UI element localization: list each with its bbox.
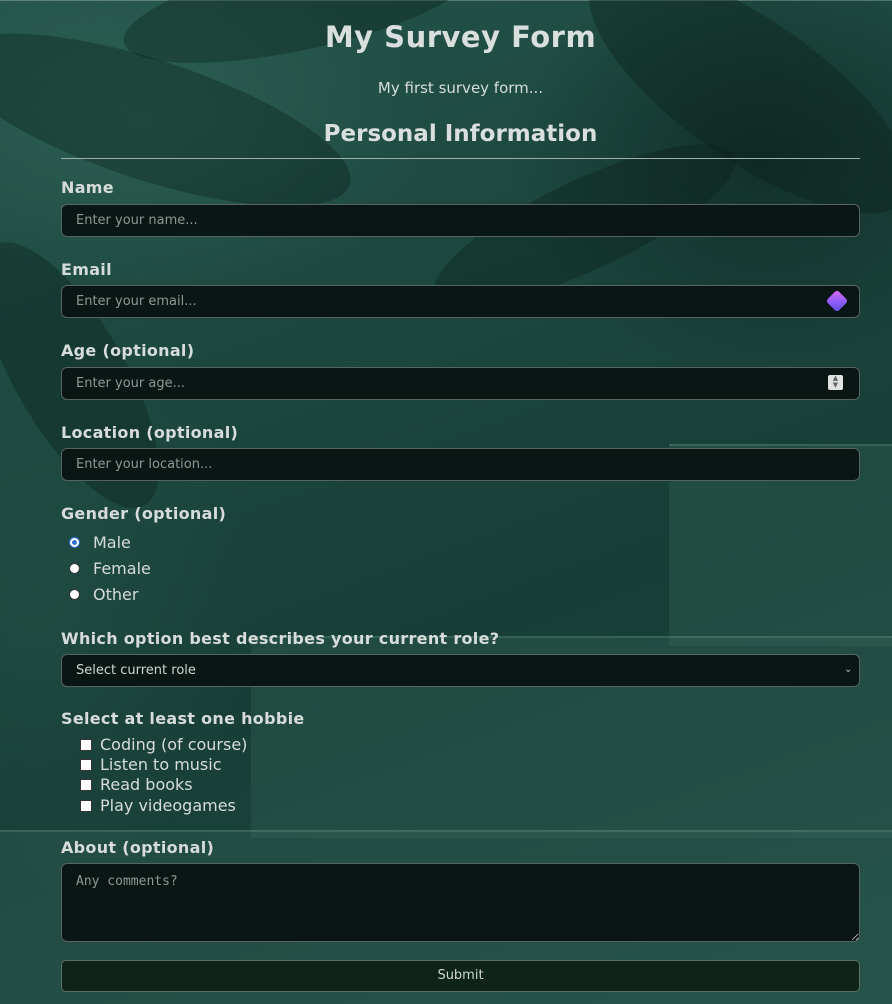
gender-option-label: Female bbox=[93, 559, 151, 578]
gender-option-female[interactable]: Female bbox=[69, 559, 151, 578]
role-select-value: Select current role bbox=[76, 663, 196, 678]
about-label: About (optional) bbox=[61, 838, 215, 857]
submit-button[interactable]: Submit bbox=[61, 960, 860, 992]
role-select[interactable]: Select current role bbox=[61, 654, 860, 687]
checkbox[interactable] bbox=[80, 799, 92, 812]
email-input[interactable] bbox=[61, 285, 860, 318]
radio-button[interactable] bbox=[69, 589, 80, 600]
role-label: Which option best describes your current… bbox=[61, 629, 500, 648]
hobby-option-label: Play videogames bbox=[100, 796, 236, 815]
gender-label: Gender (optional) bbox=[61, 504, 227, 523]
email-label: Email bbox=[61, 260, 112, 279]
gender-option-label: Other bbox=[93, 585, 139, 604]
hobby-option-videogames[interactable]: Play videogames bbox=[80, 796, 236, 815]
name-input[interactable] bbox=[61, 204, 860, 237]
radio-button[interactable] bbox=[69, 537, 80, 548]
gender-option-other[interactable]: Other bbox=[69, 585, 138, 604]
section-title: Personal Information bbox=[323, 121, 598, 147]
section-divider bbox=[61, 158, 860, 159]
hobby-option-label: Coding (of course) bbox=[100, 735, 248, 754]
hobby-option-coding[interactable]: Coding (of course) bbox=[80, 735, 247, 754]
location-label: Location (optional) bbox=[61, 423, 239, 442]
location-input[interactable] bbox=[61, 448, 860, 481]
hobby-option-label: Listen to music bbox=[100, 755, 222, 774]
page-subtitle: My first survey form... bbox=[377, 79, 544, 97]
checkbox[interactable] bbox=[80, 758, 92, 771]
radio-button[interactable] bbox=[69, 563, 80, 574]
about-textarea[interactable] bbox=[61, 863, 860, 942]
checkbox[interactable] bbox=[80, 738, 92, 751]
hobby-option-label: Read books bbox=[100, 775, 193, 794]
age-input[interactable] bbox=[61, 367, 860, 400]
name-label: Name bbox=[61, 178, 114, 197]
hobby-option-music[interactable]: Listen to music bbox=[80, 755, 222, 774]
gender-option-label: Male bbox=[93, 533, 131, 552]
hobbies-label: Select at least one hobbie bbox=[61, 709, 305, 728]
checkbox[interactable] bbox=[80, 778, 92, 791]
age-label: Age (optional) bbox=[61, 341, 195, 360]
page-title: My Survey Form bbox=[324, 20, 597, 54]
hobby-option-books[interactable]: Read books bbox=[80, 775, 193, 794]
number-spinner-icon[interactable]: ▲ ▼ bbox=[828, 375, 843, 390]
gender-option-male[interactable]: Male bbox=[69, 533, 131, 552]
